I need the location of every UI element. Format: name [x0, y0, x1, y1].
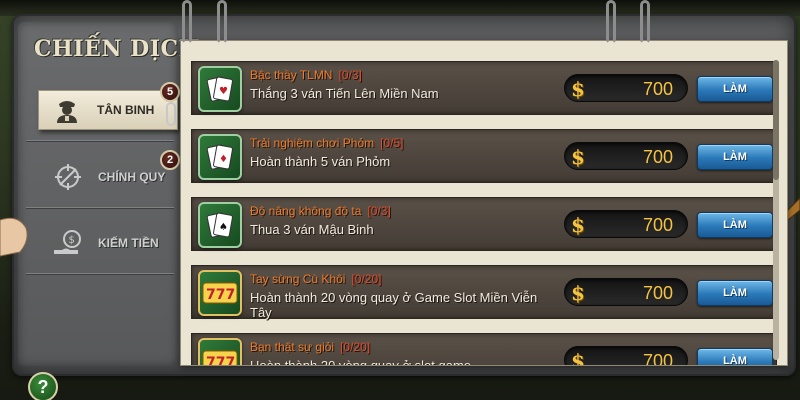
quest-progress: [0/3] — [338, 68, 362, 82]
paperclip-icon — [166, 102, 176, 126]
playing-cards-icon: ♠ — [198, 202, 242, 248]
playing-cards-icon: ♥ — [198, 66, 242, 112]
svg-text:♠: ♠ — [219, 222, 228, 233]
quest-row: 777 Bạn thật sự giỏi [0/20] Hoàn thành 20… — [191, 333, 777, 366]
quest-description: Hoàn thành 20 vòng quay ở Game Slot Miền… — [250, 290, 538, 320]
sidebar-item-label: KIẾM TIỀN — [98, 236, 159, 250]
reward-amount: 700 — [642, 283, 673, 303]
do-quest-button[interactable]: LÀM — [697, 212, 773, 238]
reward-amount: 700 — [642, 79, 673, 99]
scrollbar-thumb[interactable] — [773, 60, 779, 180]
do-quest-button[interactable]: LÀM — [697, 76, 773, 102]
quest-title: Tay sừng Cù Khôi [0/20] — [250, 272, 382, 286]
quest-row: 777 Tay sừng Cù Khôi [0/20] Hoàn thành 20… — [191, 265, 777, 320]
sidebar-item-label: TÂN BINH — [97, 103, 155, 117]
quest-scrollbar[interactable] — [773, 60, 779, 360]
reward-display: $700 — [564, 210, 688, 238]
slot-777-icon: 777 — [198, 270, 242, 316]
crosshair-icon — [48, 157, 88, 197]
dollar-icon: $ — [571, 213, 585, 237]
reward-amount: 700 — [642, 147, 673, 167]
quest-row: ♦ Trải nghiệm chơi Phỏm [0/5] Hoàn thành … — [191, 129, 777, 183]
sidebar-divider — [26, 140, 174, 141]
reward-display: $700 — [564, 74, 688, 102]
slot-777-icon: 777 — [198, 338, 242, 366]
reward-display: $700 — [564, 278, 688, 306]
svg-text:♦: ♦ — [219, 154, 228, 165]
money-hand-icon: $ — [48, 223, 88, 263]
dollar-icon: $ — [571, 349, 585, 366]
sidebar-divider — [26, 273, 174, 274]
svg-text:♥: ♥ — [219, 86, 228, 97]
do-quest-button[interactable]: LÀM — [697, 280, 773, 306]
reward-display: $700 — [564, 346, 688, 366]
quest-description: Hoàn thành 5 ván Phỏm — [250, 154, 391, 169]
dollar-icon: $ — [571, 77, 585, 101]
dollar-icon: $ — [571, 145, 585, 169]
reward-amount: 700 — [642, 215, 673, 235]
playing-cards-icon: ♦ — [198, 134, 242, 180]
do-quest-button[interactable]: LÀM — [697, 144, 773, 170]
sidebar-item-tan-binh[interactable]: TÂN BINH — [38, 90, 178, 130]
sidebar-item-label: CHÍNH QUY — [98, 170, 166, 184]
hand-left-icon — [0, 217, 28, 257]
quest-row: ♠ Độ nâng không độ ta [0/3] Thua 3 ván Mậ… — [191, 197, 777, 251]
sidebar-item-kiem-tien[interactable]: $ KIẾM TIỀN — [22, 214, 178, 272]
svg-text:$: $ — [69, 235, 75, 246]
soldier-icon — [47, 90, 87, 130]
quest-title: Trải nghiệm chơi Phỏm [0/5] — [250, 136, 404, 150]
quest-title: Bạn thật sự giỏi [0/20] — [250, 340, 371, 354]
dollar-icon: $ — [571, 281, 585, 305]
quest-row: ♥ Bậc thầy TLMN [0/3] Thắng 3 ván Tiến Lê… — [191, 61, 777, 115]
sidebar-title: CHIẾN DỊCH — [34, 36, 200, 62]
tan-binh-count-badge: 5 — [160, 82, 180, 102]
do-quest-button[interactable]: LÀM — [697, 348, 773, 365]
reward-amount: 700 — [642, 351, 673, 366]
svg-text:777: 777 — [206, 355, 235, 366]
quest-title: Độ nâng không độ ta [0/3] — [250, 204, 391, 218]
quest-title: Bậc thầy TLMN [0/3] — [250, 68, 362, 82]
svg-text:777: 777 — [206, 287, 235, 303]
quest-progress: [0/3] — [367, 204, 391, 218]
quest-progress: [0/5] — [380, 136, 404, 150]
quest-description: Thắng 3 ván Tiến Lên Miền Nam — [250, 86, 439, 101]
quest-panel: ♥ Bậc thầy TLMN [0/3] Thắng 3 ván Tiến Lê… — [180, 40, 788, 366]
sidebar-item-chinh-quy[interactable]: CHÍNH QUY — [22, 148, 178, 206]
quest-description: Thua 3 ván Mậu Binh — [250, 222, 374, 237]
quest-description: Hoàn thành 20 vòng quay ở slot game — [250, 358, 472, 366]
help-button[interactable]: ? — [28, 372, 58, 400]
sidebar-divider — [26, 207, 174, 208]
quest-progress: [0/20] — [340, 340, 371, 354]
quest-progress: [0/20] — [351, 272, 382, 286]
chinh-quy-count-badge: 2 — [160, 150, 180, 170]
reward-display: $700 — [564, 142, 688, 170]
